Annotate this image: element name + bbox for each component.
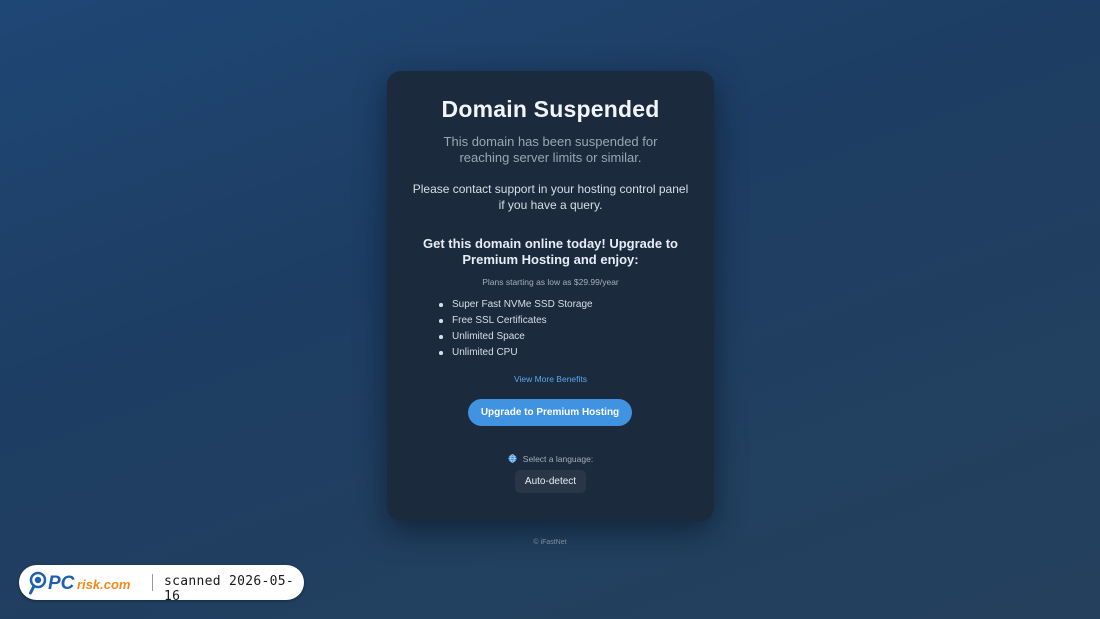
bullet-icon bbox=[439, 335, 443, 339]
list-item: Unlimited Space bbox=[439, 329, 593, 345]
language-selector-row: Select a language: bbox=[387, 454, 714, 464]
benefits-list: Super Fast NVMe SSD Storage Free SSL Cer… bbox=[439, 297, 593, 361]
svg-text:risk.com: risk.com bbox=[77, 577, 131, 592]
pcrisk-logo: PC risk.com bbox=[29, 571, 131, 595]
upgrade-button[interactable]: Upgrade to Premium Hosting bbox=[468, 399, 632, 426]
scan-watermark-badge: PC risk.com scanned 2026-05-16 bbox=[19, 565, 304, 604]
language-label: Select a language: bbox=[522, 454, 594, 464]
plans-price-note: Plans starting as low as $29.99/year bbox=[482, 277, 619, 287]
suspension-card: Domain Suspended This domain has been su… bbox=[387, 71, 714, 521]
list-item: Super Fast NVMe SSD Storage bbox=[439, 297, 593, 313]
benefit-text: Unlimited CPU bbox=[452, 347, 518, 358]
watermark-separator bbox=[152, 574, 153, 591]
suspension-message: This domain has been suspended for reach… bbox=[443, 134, 658, 165]
bullet-icon bbox=[439, 303, 443, 307]
scan-date-text: scanned 2026-05-16 bbox=[164, 574, 295, 604]
globe-icon bbox=[508, 454, 517, 463]
page-title: Domain Suspended bbox=[441, 96, 660, 122]
promo-heading: Get this domain online today! Upgrade to… bbox=[423, 236, 678, 267]
copyright-footer: © iFastNet bbox=[533, 539, 567, 546]
bullet-icon bbox=[439, 319, 443, 323]
benefit-text: Unlimited Space bbox=[452, 331, 525, 342]
benefit-text: Free SSL Certificates bbox=[452, 315, 547, 326]
bullet-icon bbox=[439, 351, 443, 355]
list-item: Unlimited CPU bbox=[439, 345, 593, 361]
view-more-benefits-link[interactable]: View More Benefits bbox=[387, 374, 714, 384]
benefit-text: Super Fast NVMe SSD Storage bbox=[452, 299, 593, 310]
svg-text:PC: PC bbox=[48, 573, 75, 594]
language-select[interactable]: Auto-detect bbox=[515, 470, 586, 493]
contact-support-message: Please contact support in your hosting c… bbox=[412, 182, 689, 212]
list-item: Free SSL Certificates bbox=[439, 313, 593, 329]
